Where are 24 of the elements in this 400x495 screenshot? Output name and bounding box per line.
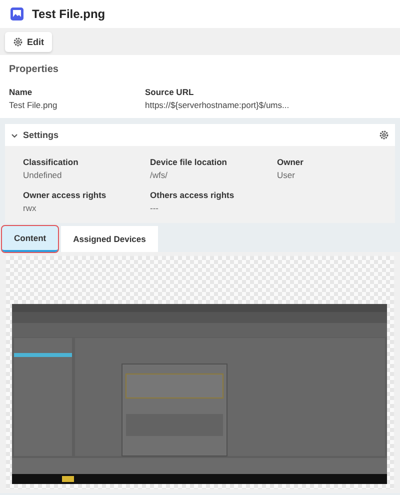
edit-button[interactable]: Edit xyxy=(5,32,52,52)
field-label: Source URL xyxy=(145,87,195,97)
field-value: Test File.png xyxy=(9,100,58,110)
section-title: Properties xyxy=(9,64,60,75)
field-label: Name xyxy=(9,87,34,97)
chevron-icon[interactable] xyxy=(11,132,18,138)
section-title: Settings xyxy=(23,130,60,140)
field-label: Others access rights xyxy=(150,190,236,200)
field-value: rwx xyxy=(23,203,38,213)
field-label: Owner access rights xyxy=(23,190,108,200)
field-value: https://${serverhostname:port}$/ums... xyxy=(145,100,290,110)
field-label: Owner xyxy=(277,157,304,167)
field-value: /wfs/ xyxy=(150,170,168,180)
field-value: --- xyxy=(150,203,160,213)
image-file-icon xyxy=(10,7,24,21)
field-value: User xyxy=(277,170,296,180)
field-label: Classification xyxy=(23,157,80,167)
window-title: Test File.png xyxy=(32,7,106,21)
settings-icon xyxy=(379,130,389,140)
settings-icon xyxy=(13,36,23,46)
tab[interactable]: Content xyxy=(2,226,58,252)
field-label: Device file location xyxy=(150,157,228,167)
tab[interactable]: Assigned Devices xyxy=(61,226,158,252)
field-value: Undefined xyxy=(23,170,63,180)
